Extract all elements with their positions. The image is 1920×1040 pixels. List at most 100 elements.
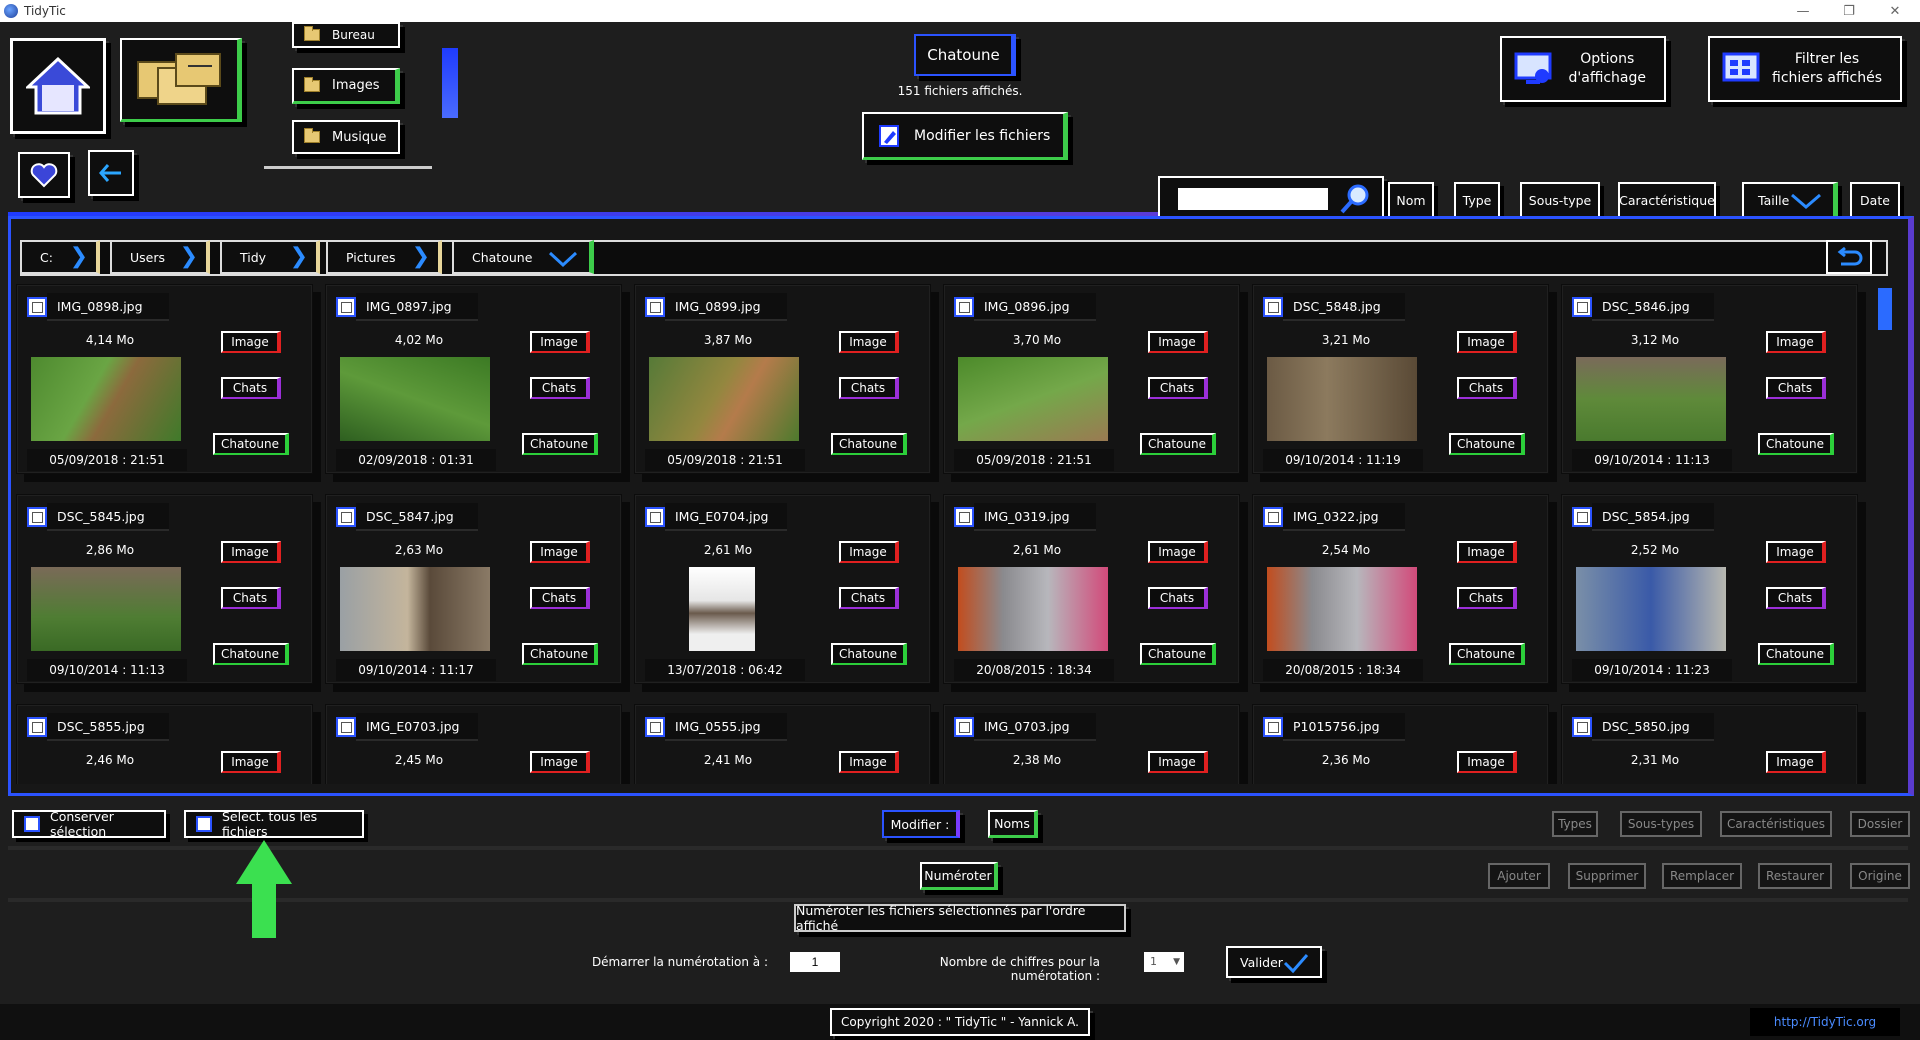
file-card[interactable]: IMG_E0703.jpg 2,45 Mo Image — [325, 704, 622, 784]
back-button[interactable] — [88, 150, 134, 196]
favorites-button[interactable] — [18, 152, 70, 198]
file-select-checkbox[interactable] — [336, 507, 356, 527]
sort-by-name-button[interactable]: Nom — [1388, 182, 1434, 218]
file-card[interactable]: DSC_5846.jpg 3,12 Mo 09/10/2014 : 11:13 Ima… — [1561, 284, 1858, 474]
subtype-tag[interactable]: Chats — [1148, 377, 1208, 399]
file-card[interactable]: DSC_5845.jpg 2,86 Mo 09/10/2014 : 11:13 Ima… — [16, 494, 313, 684]
type-tag[interactable]: Image — [839, 331, 899, 353]
type-tag[interactable]: Image — [221, 331, 281, 353]
origin-button[interactable]: Origine — [1850, 863, 1910, 889]
feature-tag[interactable]: Chatoune — [1449, 433, 1525, 455]
features-button[interactable]: Caractéristiques — [1720, 811, 1832, 837]
grid-scrollbar-thumb[interactable] — [1878, 288, 1892, 330]
type-tag[interactable]: Image — [530, 541, 590, 563]
subtype-tag[interactable]: Chats — [1766, 587, 1826, 609]
file-thumbnail[interactable] — [958, 567, 1108, 651]
type-tag[interactable]: Image — [1457, 751, 1517, 773]
file-select-checkbox[interactable] — [1263, 717, 1283, 737]
type-tag[interactable]: Image — [1148, 331, 1208, 353]
feature-tag[interactable]: Chatoune — [1758, 433, 1834, 455]
type-tag[interactable]: Image — [1457, 331, 1517, 353]
file-select-checkbox[interactable] — [954, 717, 974, 737]
sort-by-feature-button[interactable]: Caractéristique — [1618, 182, 1716, 218]
sort-by-type-button[interactable]: Type — [1454, 182, 1500, 218]
file-select-checkbox[interactable] — [1263, 297, 1283, 317]
type-tag[interactable]: Image — [530, 751, 590, 773]
subtype-tag[interactable]: Chats — [1457, 377, 1517, 399]
breadcrumb-segment-users[interactable]: Users ❯ — [110, 240, 210, 274]
search-icon[interactable] — [1338, 182, 1372, 216]
folder-shortcut-musique[interactable]: Musique — [292, 120, 400, 154]
subtype-tag[interactable]: Chats — [221, 377, 281, 399]
feature-tag[interactable]: Chatoune — [831, 433, 907, 455]
home-button[interactable] — [10, 38, 106, 134]
folders-view-button[interactable] — [120, 38, 242, 122]
modify-files-button[interactable]: Modifier les fichiers — [862, 112, 1068, 160]
subtype-tag[interactable]: Chats — [839, 587, 899, 609]
current-folder-button[interactable]: Chatoune — [914, 34, 1016, 76]
file-select-checkbox[interactable] — [336, 717, 356, 737]
names-button[interactable]: Noms — [988, 810, 1038, 838]
file-select-checkbox[interactable] — [1572, 297, 1592, 317]
file-card[interactable]: DSC_5855.jpg 2,46 Mo Image — [16, 704, 313, 784]
file-card[interactable]: IMG_0898.jpg 4,14 Mo 05/09/2018 : 21:51 Ima… — [16, 284, 313, 474]
breadcrumb-segment-c[interactable]: C: ❯ — [20, 240, 100, 274]
file-thumbnail[interactable] — [1267, 567, 1417, 651]
restore-button[interactable]: Restaurer — [1758, 863, 1832, 889]
type-tag[interactable]: Image — [221, 541, 281, 563]
remove-button[interactable]: Supprimer — [1568, 863, 1646, 889]
subtype-tag[interactable]: Chats — [530, 587, 590, 609]
modify-label-button[interactable]: Modifier : — [882, 810, 960, 838]
file-thumbnail[interactable] — [31, 357, 181, 441]
file-card[interactable]: DSC_5850.jpg 2,31 Mo Image — [1561, 704, 1858, 784]
sort-by-subtype-button[interactable]: Sous-type — [1520, 182, 1600, 218]
subtype-tag[interactable]: Chats — [1457, 587, 1517, 609]
breadcrumb-segment-chatoune[interactable]: Chatoune — [452, 240, 594, 274]
file-card[interactable]: IMG_0703.jpg 2,38 Mo Image — [943, 704, 1240, 784]
sort-by-size-button[interactable]: Taille — [1742, 182, 1838, 218]
feature-tag[interactable]: Chatoune — [1140, 433, 1216, 455]
type-tag[interactable]: Image — [1148, 541, 1208, 563]
file-card[interactable]: IMG_0896.jpg 3,70 Mo 05/09/2018 : 21:51 Ima… — [943, 284, 1240, 474]
type-tag[interactable]: Image — [1766, 331, 1826, 353]
refresh-button[interactable] — [1826, 240, 1872, 274]
file-card[interactable]: IMG_0897.jpg 4,02 Mo 02/09/2018 : 01:31 Ima… — [325, 284, 622, 474]
feature-tag[interactable]: Chatoune — [831, 643, 907, 665]
subtype-tag[interactable]: Chats — [530, 377, 590, 399]
filter-files-button[interactable]: Filtrer les fichiers affichés — [1708, 36, 1902, 102]
file-thumbnail[interactable] — [31, 567, 181, 651]
file-card[interactable]: DSC_5848.jpg 3,21 Mo 09/10/2014 : 11:19 Ima… — [1252, 284, 1549, 474]
subtype-tag[interactable]: Chats — [1148, 587, 1208, 609]
file-select-checkbox[interactable] — [336, 297, 356, 317]
digit-count-select[interactable]: 1 ▼ — [1144, 952, 1184, 972]
type-tag[interactable]: Image — [1766, 751, 1826, 773]
breadcrumb-segment-pictures[interactable]: Pictures ❯ — [326, 240, 442, 274]
restore-button[interactable]: ❐ — [1826, 0, 1872, 22]
feature-tag[interactable]: Chatoune — [522, 433, 598, 455]
folder-shortcut-images[interactable]: Images — [292, 68, 400, 104]
feature-tag[interactable]: Chatoune — [213, 643, 289, 665]
file-thumbnail[interactable] — [649, 357, 799, 441]
feature-tag[interactable]: Chatoune — [1758, 643, 1834, 665]
subtype-tag[interactable]: Chats — [839, 377, 899, 399]
file-card[interactable]: IMG_0319.jpg 2,61 Mo 20/08/2015 : 18:34 Ima… — [943, 494, 1240, 684]
file-thumbnail[interactable] — [340, 567, 490, 651]
number-button[interactable]: Numéroter — [920, 862, 998, 890]
file-card[interactable]: P1015756.jpg 2,36 Mo Image — [1252, 704, 1549, 784]
type-tag[interactable]: Image — [1766, 541, 1826, 563]
file-select-checkbox[interactable] — [954, 297, 974, 317]
file-select-checkbox[interactable] — [27, 507, 47, 527]
folder-list-scrollbar[interactable] — [442, 48, 458, 118]
start-numbering-input[interactable] — [790, 952, 840, 972]
minimize-button[interactable]: — — [1780, 0, 1826, 22]
breadcrumb-segment-tidy[interactable]: Tidy ❯ — [220, 240, 320, 274]
type-tag[interactable]: Image — [839, 751, 899, 773]
file-thumbnail[interactable] — [340, 357, 490, 441]
display-options-button[interactable]: Options d'affichage — [1500, 36, 1666, 102]
select-all-files-checkbox[interactable]: Select. tous les fichiers — [184, 809, 364, 839]
file-card[interactable]: IMG_E0704.jpg 2,61 Mo 13/07/2018 : 06:42 Im… — [634, 494, 931, 684]
file-select-checkbox[interactable] — [954, 507, 974, 527]
file-card[interactable]: IMG_0322.jpg 2,54 Mo 20/08/2015 : 18:34 Ima… — [1252, 494, 1549, 684]
file-select-checkbox[interactable] — [645, 717, 665, 737]
file-thumbnail[interactable] — [689, 567, 755, 651]
